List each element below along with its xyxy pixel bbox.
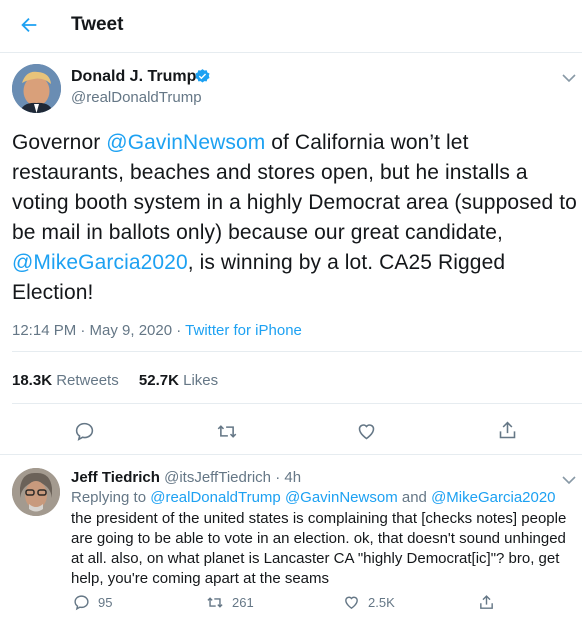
like-count: 2.5K — [368, 595, 395, 610]
top-bar: Tweet — [0, 0, 582, 53]
likes-label: Likes — [178, 372, 219, 389]
like-icon — [345, 596, 358, 610]
verified-badge-icon — [194, 68, 211, 85]
replying-to-links[interactable]: @realDonaldTrump @GavinNewsom — [150, 489, 397, 506]
reply-text: the president of the united states is co… — [71, 510, 567, 587]
replying-and: and — [397, 489, 432, 506]
share-icon[interactable] — [497, 420, 518, 446]
retweet-icon[interactable] — [216, 421, 238, 447]
reply-author-handle[interactable]: @itsJeffTiedrich · 4h — [164, 469, 301, 486]
author-handle[interactable]: @realDonaldTrump — [71, 89, 202, 106]
likes-count: 52.7K — [138, 372, 179, 389]
retweets-stat[interactable]: 18.3K Retweets — [12, 372, 119, 389]
retweets-label: Retweets — [52, 372, 119, 389]
tweet-text-part: Governor — [12, 131, 107, 154]
divider — [12, 403, 582, 404]
reply-icon[interactable] — [74, 421, 95, 447]
reply-author-name[interactable]: Jeff Tiedrich — [71, 469, 160, 486]
retweet-action[interactable]: 261 — [206, 594, 254, 611]
share-icon — [480, 595, 493, 609]
source-link[interactable]: Twitter for iPhone — [185, 322, 302, 339]
retweet-count: 261 — [232, 595, 254, 610]
retweets-count: 18.3K — [12, 372, 53, 389]
divider — [12, 351, 582, 352]
reply-count: 95 — [98, 595, 113, 610]
mention-link[interactable]: @MikeGarcia2020 — [12, 251, 188, 274]
tweet-meta: 12:14 PM · May 9, 2020 · Twitter for iPh… — [12, 322, 302, 339]
like-action[interactable]: 2.5K — [343, 594, 395, 611]
share-action[interactable] — [478, 594, 495, 611]
mention-link[interactable]: @GavinNewsom — [106, 131, 265, 154]
tweet-text: Governor @GavinNewsom of California won’… — [12, 128, 580, 308]
like-icon[interactable] — [356, 421, 377, 447]
page-title: Tweet — [71, 14, 124, 35]
author-avatar[interactable] — [12, 64, 61, 113]
engagement-stats: 18.3K Retweets 52.7K Likes — [12, 372, 218, 389]
reply-author-avatar[interactable] — [12, 468, 60, 516]
timestamp[interactable]: 12:14 PM · May 9, 2020 · — [12, 322, 185, 339]
reply-action[interactable]: 95 — [73, 594, 112, 611]
replying-to-line: Replying to @realDonaldTrump @GavinNewso… — [71, 489, 556, 506]
reply-icon — [74, 595, 89, 611]
reply-author-line: Jeff Tiedrich @itsJeffTiedrich · 4h — [71, 469, 301, 486]
replying-prefix: Replying to — [71, 489, 151, 506]
chevron-down-icon[interactable] — [562, 70, 576, 86]
retweet-icon — [207, 597, 223, 608]
divider — [0, 454, 582, 455]
chevron-down-icon[interactable] — [562, 472, 576, 488]
author-name[interactable]: Donald J. Trump — [71, 68, 196, 86]
back-arrow-icon[interactable] — [18, 14, 40, 36]
replying-to-link[interactable]: @MikeGarcia2020 — [431, 489, 555, 506]
likes-stat[interactable]: 52.7K Likes — [139, 372, 218, 389]
